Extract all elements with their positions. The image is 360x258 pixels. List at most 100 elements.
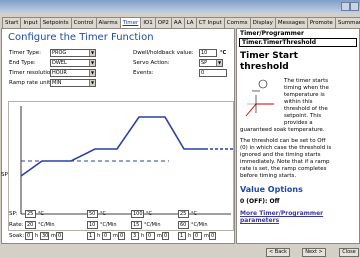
sp-unit: °C bbox=[100, 211, 106, 217]
segment-1-soak-extra-input[interactable]: 0 bbox=[56, 232, 63, 240]
help-text-line: temperature is bbox=[284, 92, 325, 98]
tab-start[interactable]: Start bbox=[2, 17, 22, 28]
help-text-line: setpoint. This bbox=[284, 113, 322, 119]
tab-promote[interactable]: Promote bbox=[306, 17, 336, 28]
segment-4-soak-minutes-input[interactable]: 0 bbox=[193, 232, 202, 240]
tab-display[interactable]: Display bbox=[249, 17, 276, 28]
next-button[interactable]: Next > bbox=[302, 248, 326, 257]
sp-row-label: SP: bbox=[9, 211, 18, 217]
segment-1-sp-input[interactable]: 25 bbox=[25, 210, 36, 218]
rate-unit: °C/Min bbox=[144, 222, 161, 228]
help-section-title: Timer/Programmer bbox=[240, 30, 304, 37]
dwell-holdback-input[interactable]: 10 bbox=[199, 49, 217, 57]
chevron-down-icon: ▼ bbox=[89, 50, 95, 56]
rate-unit: °C/Min bbox=[191, 222, 208, 228]
segment-2-sp-input[interactable]: 50 bbox=[87, 210, 98, 218]
close-button[interactable]: Close bbox=[339, 248, 359, 257]
help-parameter-name: Timer.TimerThreshold bbox=[239, 38, 357, 47]
profile-line bbox=[20, 116, 205, 177]
help-text-line: rate is set, the ramp completes bbox=[240, 166, 327, 172]
ramp-rate-units-label: Ramp rate units: bbox=[9, 80, 55, 86]
tab-alarms[interactable]: Alarms bbox=[95, 17, 121, 28]
link-text-line: More Timer/Programmer bbox=[240, 210, 324, 217]
sp-unit: °C bbox=[146, 211, 152, 217]
tab-strip: Start Input Setpoints Control Alarms Tim… bbox=[2, 17, 360, 29]
timer-resolution-label: Timer resolution: bbox=[9, 70, 56, 76]
value-option-item: 0 (OFF): Off bbox=[240, 198, 280, 205]
close-window-button[interactable] bbox=[350, 2, 359, 11]
segment-3-rate-input[interactable]: 15 bbox=[131, 221, 142, 229]
segment-4-sp-input[interactable]: 25 bbox=[178, 210, 189, 218]
help-text-line: (0) in which case the threshold is bbox=[240, 145, 332, 151]
help-text-line: provides a bbox=[284, 120, 313, 126]
threshold-diagram-icon bbox=[240, 78, 280, 124]
graph-sp-label: SP bbox=[1, 172, 8, 178]
tab-setpoints[interactable]: Setpoints bbox=[39, 17, 72, 28]
segment-2-soak-hours-input[interactable]: 1 bbox=[87, 232, 95, 240]
tab-comms[interactable]: Comms bbox=[223, 17, 251, 28]
hours-unit: h bbox=[141, 233, 145, 239]
tab-aa[interactable]: AA bbox=[170, 17, 185, 28]
segment-3-soak-extra-input[interactable]: 0 bbox=[162, 232, 169, 240]
hours-unit: h bbox=[188, 233, 192, 239]
segment-4-soak-extra-input[interactable]: 0 bbox=[209, 232, 216, 240]
more-parameters-link[interactable]: More Timer/Programmer parameters bbox=[240, 210, 323, 224]
segment-2-rate-input[interactable]: 10 bbox=[87, 221, 98, 229]
timer-type-select[interactable]: PROG ▼ bbox=[50, 49, 96, 57]
ramp-rate-units-select[interactable]: MIN ▼ bbox=[50, 79, 96, 87]
tab-control[interactable]: Control bbox=[70, 17, 97, 28]
sp-unit: °C bbox=[38, 211, 44, 217]
hours-unit: h bbox=[97, 233, 101, 239]
tab-messages[interactable]: Messages bbox=[274, 17, 308, 28]
help-text-line: threshold of the bbox=[284, 106, 328, 112]
help-side-text: The timer starts timing when the tempera… bbox=[284, 78, 329, 127]
help-text-line: The threshold can be set to Off bbox=[240, 138, 326, 144]
segment-1-rate-input[interactable]: 20 bbox=[25, 221, 36, 229]
window-title-bar bbox=[0, 0, 360, 14]
tab-input[interactable]: Input bbox=[20, 17, 41, 28]
help-text-line: before timing starts. bbox=[240, 173, 297, 179]
segment-3-sp-input[interactable]: 100 bbox=[131, 210, 144, 218]
help-text-line: ignored and the timing starts bbox=[240, 152, 321, 158]
segment-1-soak-minutes-input[interactable]: 30 bbox=[40, 232, 49, 240]
segment-1-soak-hours-input[interactable]: 0 bbox=[25, 232, 33, 240]
segment-2-soak-minutes-input[interactable]: 0 bbox=[102, 232, 111, 240]
end-type-select[interactable]: DWEL ▼ bbox=[50, 59, 96, 67]
value-options-heading: Value Options bbox=[240, 185, 303, 194]
help-text-line: within this bbox=[284, 99, 313, 105]
soak-row-label: Soak: bbox=[9, 233, 25, 239]
servo-action-label: Servo Action: bbox=[133, 60, 170, 66]
sp-unit: °C bbox=[191, 211, 197, 217]
back-button[interactable]: < Back bbox=[266, 248, 290, 257]
events-input[interactable]: 0 bbox=[199, 69, 227, 77]
chevron-down-icon: ▼ bbox=[89, 70, 95, 76]
help-text-line: guaranteed soak temperature. bbox=[240, 127, 325, 133]
hours-unit: h bbox=[35, 233, 39, 239]
help-text-line: The timer starts bbox=[284, 78, 329, 84]
timer-type-label: Timer Type: bbox=[9, 50, 41, 56]
minimize-button[interactable] bbox=[341, 2, 350, 11]
tab-op2[interactable]: OP2 bbox=[154, 17, 172, 28]
events-label: Events: bbox=[133, 70, 154, 76]
tab-summary[interactable]: Summary bbox=[334, 17, 360, 28]
segment-2-soak-extra-input[interactable]: 0 bbox=[118, 232, 125, 240]
help-title-line-1: Timer Start bbox=[240, 51, 298, 61]
timer-resolution-select[interactable]: HOUR ▼ bbox=[50, 69, 96, 77]
segment-4-soak-hours-input[interactable]: 1 bbox=[178, 232, 186, 240]
help-paragraph: The threshold can be set to Off (0) in w… bbox=[240, 138, 331, 180]
tab-io1[interactable]: IO1 bbox=[140, 17, 156, 28]
rate-unit: °C/Min bbox=[38, 222, 55, 228]
servo-action-select[interactable]: SP ▼ bbox=[199, 59, 223, 67]
help-text-line: timing when the bbox=[284, 85, 329, 91]
help-title-line-2: threshold bbox=[240, 62, 289, 72]
segment-3-soak-hours-input[interactable]: 3 bbox=[131, 232, 139, 240]
segment-4-rate-input[interactable]: 60 bbox=[178, 221, 189, 229]
page-title: Configure the Timer Function bbox=[8, 32, 154, 43]
dwell-holdback-label: Dwell/holdback value: bbox=[133, 50, 194, 56]
link-text-line: parameters bbox=[240, 217, 280, 224]
tab-ct-input[interactable]: CT Input bbox=[195, 17, 225, 28]
end-type-label: End Type: bbox=[9, 60, 36, 66]
chevron-down-icon: ▼ bbox=[89, 60, 95, 66]
segment-3-soak-minutes-input[interactable]: 0 bbox=[146, 232, 155, 240]
chevron-down-icon: ▼ bbox=[216, 60, 222, 66]
